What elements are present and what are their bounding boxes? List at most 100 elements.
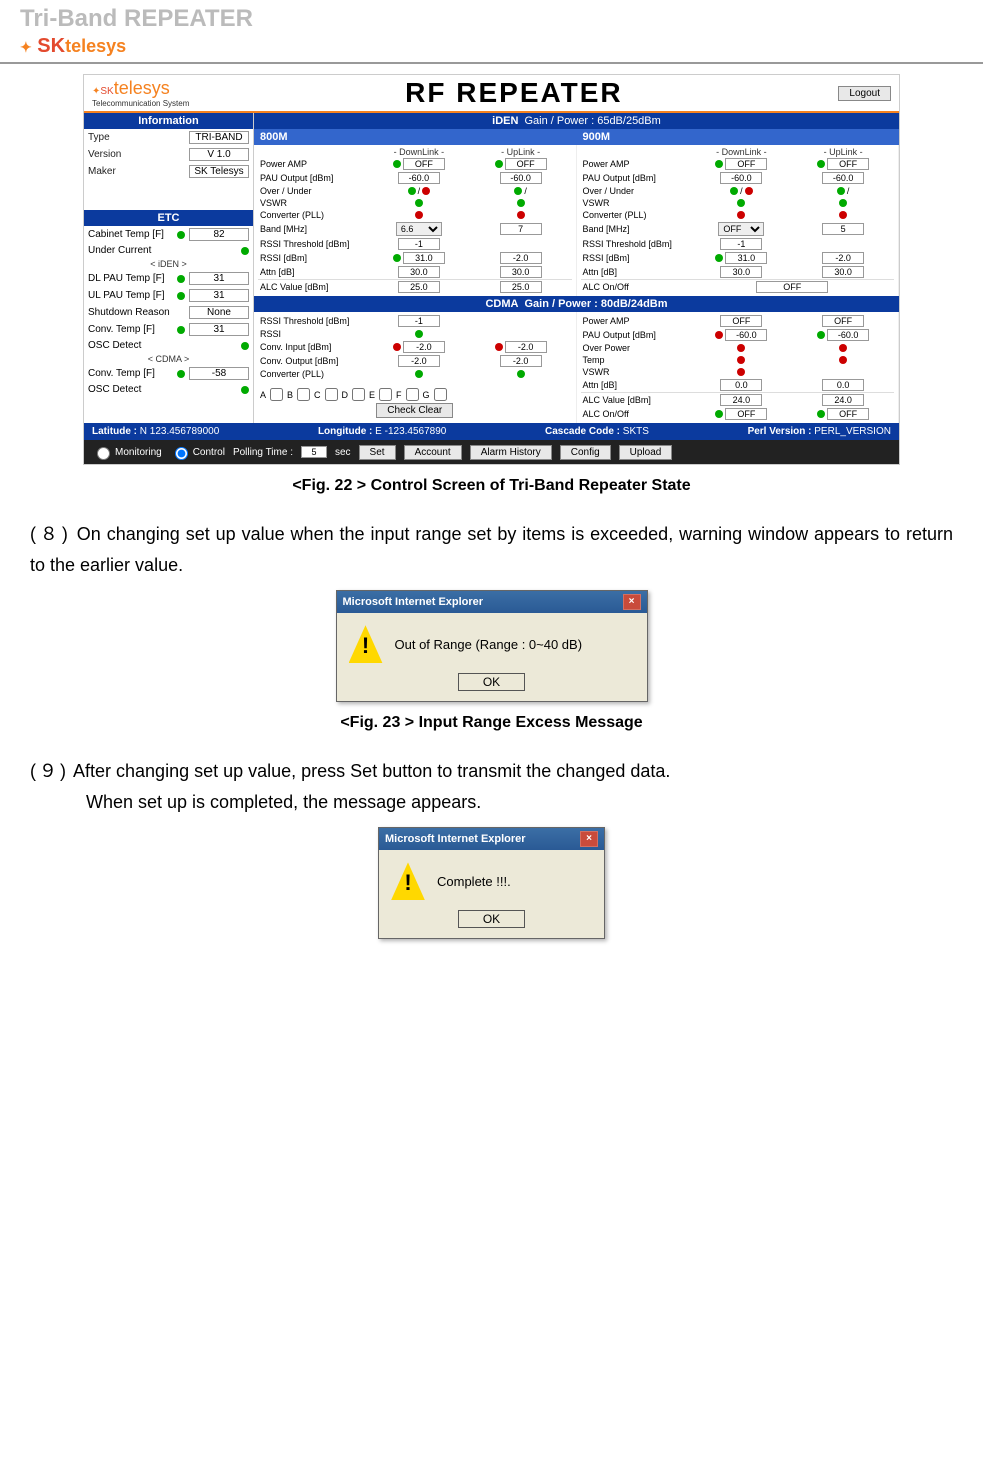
pau-900-dl[interactable] <box>720 172 762 184</box>
rssi-800-dl[interactable] <box>403 252 445 264</box>
led-icon <box>715 410 723 418</box>
led-icon <box>817 160 825 168</box>
cdma-alc-dl[interactable] <box>720 394 762 406</box>
check-e-box[interactable] <box>379 388 392 401</box>
iden-bar: iDEN Gain / Power : 65dB/25dBm <box>254 113 899 129</box>
cdma-bar: CDMA Gain / Power : 80dB/24dBm <box>254 296 899 312</box>
check-d: D <box>342 390 349 400</box>
cdma-pa-dl[interactable] <box>720 315 762 327</box>
polling-input[interactable] <box>301 446 327 458</box>
footer-bar: Latitude : N 123.456789000 Longitude : E… <box>84 423 899 440</box>
account-button[interactable]: Account <box>404 445 462 460</box>
check-b: B <box>287 390 293 400</box>
pau-800-ul[interactable] <box>500 172 542 184</box>
band-900-ul[interactable] <box>822 223 864 235</box>
check-a-box[interactable] <box>270 388 283 401</box>
conv-temp2-label: Conv. Temp [F] <box>88 368 155 379</box>
vswr-label: VSWR <box>258 198 368 208</box>
osc-detect-label: OSC Detect <box>88 340 141 351</box>
check-b-box[interactable] <box>297 388 310 401</box>
temp-label: Temp <box>581 355 691 365</box>
band-800-ul[interactable] <box>500 223 542 235</box>
cdma-attn-dl[interactable] <box>720 379 762 391</box>
doc-title: Tri-Band REPEATER <box>20 5 963 33</box>
band-900-col: - DownLink -- UpLink - Power AMP PAU Out… <box>577 145 900 296</box>
rssi-th-800[interactable] <box>398 238 440 250</box>
cdma-pa-ul[interactable] <box>822 315 864 327</box>
cdma-pau-ul[interactable] <box>827 329 869 341</box>
check-d-box[interactable] <box>352 388 365 401</box>
attn-900-dl[interactable] <box>720 266 762 278</box>
sec-label: sec <box>335 447 351 458</box>
monitoring-label: Monitoring <box>115 447 162 458</box>
paragraph-8: (８) On changing set up value when the in… <box>30 519 953 580</box>
type-label: Type <box>88 132 110 143</box>
cdma-left-col: RSSI Threshold [dBm] RSSI Conv. Input [d… <box>254 312 577 423</box>
led-icon <box>177 370 185 378</box>
led-icon <box>517 370 525 378</box>
power-amp-label: Power AMP <box>581 316 691 326</box>
band-900-dl-select[interactable]: OFF <box>718 222 764 236</box>
conv-in-ul[interactable] <box>505 341 547 353</box>
iden-separator: < iDEN > <box>84 258 253 270</box>
cdma-rssi-th[interactable] <box>398 315 440 327</box>
check-f: F <box>396 390 402 400</box>
check-a: A <box>260 390 266 400</box>
converter-pll-label: Converter (PLL) <box>581 210 691 220</box>
led-icon <box>408 187 416 195</box>
attn-800-ul[interactable] <box>500 266 542 278</box>
polling-label: Polling Time : <box>233 447 293 458</box>
check-g-box[interactable] <box>434 388 447 401</box>
power-amp-800-dl[interactable] <box>403 158 445 170</box>
dialog1-ok-button[interactable]: OK <box>458 673 525 691</box>
alc-800-ul[interactable] <box>500 281 542 293</box>
power-amp-900-ul[interactable] <box>827 158 869 170</box>
conv-out-dl[interactable] <box>398 355 440 367</box>
cdma-pau-dl[interactable] <box>725 329 767 341</box>
config-button[interactable]: Config <box>560 445 611 460</box>
check-c-box[interactable] <box>325 388 338 401</box>
cdma-alc-onoff-dl[interactable] <box>725 408 767 420</box>
p8-number: (８) <box>30 524 71 544</box>
led-icon <box>837 187 845 195</box>
perl-value: PERL_VERSION <box>814 426 891 437</box>
cdma-alc-ul[interactable] <box>822 394 864 406</box>
attn-900-ul[interactable] <box>822 266 864 278</box>
dialog2-ok-button[interactable]: OK <box>458 910 525 928</box>
led-icon <box>415 199 423 207</box>
check-clear-button[interactable]: Check Clear <box>376 403 453 418</box>
rssi-900-ul[interactable] <box>822 252 864 264</box>
cascade-value: SKTS <box>623 426 649 437</box>
conv-temp-value: 31 <box>189 323 249 336</box>
set-button[interactable]: Set <box>359 445 396 460</box>
upload-button[interactable]: Upload <box>619 445 673 460</box>
led-icon <box>177 292 185 300</box>
conv-in-dl[interactable] <box>403 341 445 353</box>
under-current-label: Under Current <box>88 245 151 256</box>
pau-900-ul[interactable] <box>822 172 864 184</box>
alarm-history-button[interactable]: Alarm History <box>470 445 552 460</box>
conv-out-ul[interactable] <box>500 355 542 367</box>
rssi-800-ul[interactable] <box>500 252 542 264</box>
alc-onoff-900[interactable] <box>756 281 828 293</box>
pau-800-dl[interactable] <box>398 172 440 184</box>
close-icon[interactable]: × <box>580 831 598 847</box>
band-800-dl-select[interactable]: 6.6 <box>396 222 442 236</box>
close-icon[interactable]: × <box>623 594 641 610</box>
monitoring-radio[interactable] <box>97 447 110 460</box>
longitude-value: E -123.4567890 <box>375 426 446 437</box>
power-amp-900-dl[interactable] <box>725 158 767 170</box>
cdma-attn-ul[interactable] <box>822 379 864 391</box>
rssi-900-dl[interactable] <box>725 252 767 264</box>
power-amp-800-ul[interactable] <box>505 158 547 170</box>
attn-800-dl[interactable] <box>398 266 440 278</box>
check-f-box[interactable] <box>406 388 419 401</box>
logout-button[interactable]: Logout <box>838 86 891 101</box>
rssi-th-900[interactable] <box>720 238 762 250</box>
alc-800-dl[interactable] <box>398 281 440 293</box>
cascade-label: Cascade Code : <box>545 426 620 437</box>
rssi-th-label: RSSI Threshold [dBm] <box>581 239 691 249</box>
cabinet-temp-value: 82 <box>189 228 249 241</box>
cdma-alc-onoff-ul[interactable] <box>827 408 869 420</box>
control-radio[interactable] <box>175 447 188 460</box>
